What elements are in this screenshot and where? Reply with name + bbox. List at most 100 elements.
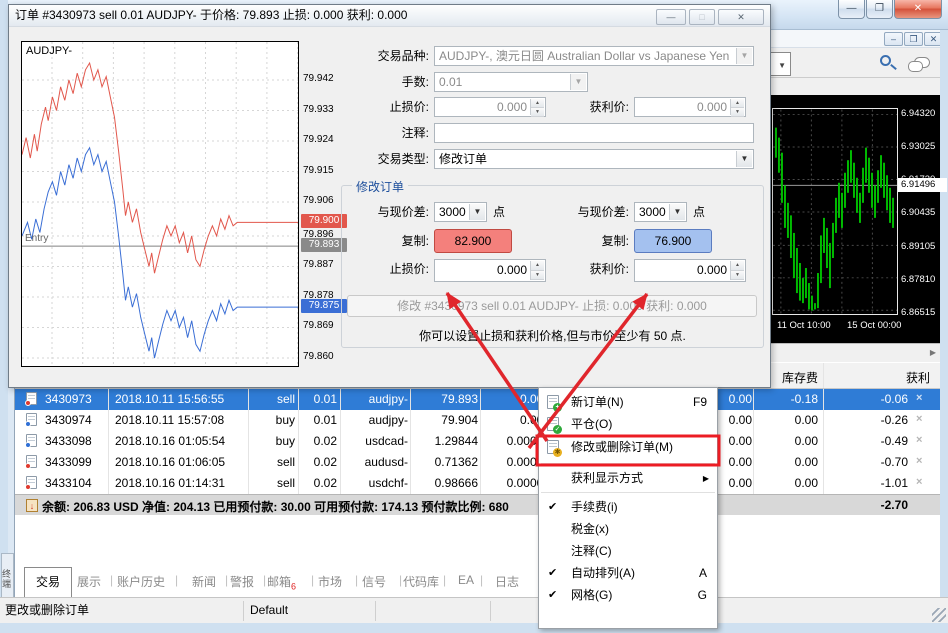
close-order-icon: ✓ — [547, 417, 559, 431]
modify-stoploss-label: 止损价: — [344, 259, 429, 279]
check-icon: ✔ — [548, 562, 557, 584]
menu-item-grid[interactable]: ✔网格(G)G — [539, 584, 717, 606]
modify-order-icon: ✱ — [547, 440, 559, 454]
order-buy-icon — [26, 434, 37, 447]
chart-minimize-button[interactable]: – — [884, 32, 903, 46]
new-order-icon: + — [547, 395, 559, 409]
menu-item-profit-display[interactable]: 获利显示方式▶ — [539, 467, 717, 489]
tab-experts[interactable]: EA — [458, 573, 474, 587]
balance-icon: ↓ — [26, 499, 38, 512]
community-chat-icon[interactable] — [914, 57, 930, 68]
main-maximize-button[interactable]: ❐ — [866, 0, 893, 19]
close-order-icon[interactable]: × — [916, 434, 922, 446]
chart-symbol-label: AUDJPY- — [26, 45, 72, 57]
symbol-select: AUDJPY-, 澳元日圆 Australian Dollar vs Japan… — [434, 46, 754, 66]
close-order-icon[interactable]: × — [916, 455, 922, 467]
submenu-arrow-icon: ▶ — [703, 468, 709, 490]
diff-select-tp[interactable]: 3000▼ — [634, 202, 687, 222]
spinner-buttons[interactable]: ▲▼ — [730, 261, 744, 280]
menu-item-taxes[interactable]: 税金(x) — [539, 518, 717, 540]
modify-takeprofit-label: 获利价: — [544, 259, 629, 279]
tab-exposure[interactable]: 展示 — [77, 573, 101, 590]
stoploss-label: 止损价: — [339, 97, 429, 117]
resize-grip[interactable] — [932, 608, 946, 622]
chart-scrollbar[interactable]: ▶ — [765, 343, 940, 361]
account-summary-row: ↓ 余额: 206.83 USD 净值: 204.13 已用预付款: 30.00… — [15, 494, 940, 515]
price-scale-label: 79.860 — [303, 351, 347, 362]
tab-account-history[interactable]: 账户历史 — [117, 573, 165, 590]
copy-buy-price-button[interactable]: 76.900 — [634, 229, 712, 253]
tab-journal[interactable]: 日志 — [495, 573, 519, 590]
tab-market[interactable]: 市场 — [318, 573, 342, 590]
dialog-minimize-button[interactable]: — — [656, 9, 686, 25]
order-row-3433104[interactable]: 34331042018.10.16 01:14:31sell0.02usdchf… — [15, 473, 940, 494]
search-icon[interactable] — [880, 55, 891, 66]
window-frame-right — [940, 30, 948, 625]
chevron-down-icon: ▼ — [669, 204, 685, 220]
order-row-3430973[interactable]: 34309732018.10.11 15:56:55sell0.01audjpy… — [15, 389, 940, 410]
check-icon: ✔ — [548, 584, 557, 606]
status-profile[interactable]: Default — [250, 598, 288, 623]
tick-chart-plot — [22, 42, 298, 366]
check-icon: ✔ — [548, 496, 557, 518]
lots-label: 手数: — [339, 72, 429, 92]
modify-stoploss-input[interactable]: 0.000▲▼ — [434, 259, 546, 282]
chevron-down-icon: ▼ — [736, 48, 752, 64]
order-row-3430974[interactable]: 34309742018.10.11 15:57:08buy0.01audjpy-… — [15, 410, 940, 431]
points-label: 点 — [493, 202, 513, 222]
current-price-tag: 6.91496 — [898, 178, 947, 192]
menu-item-close-order[interactable]: ✓平仓(O) — [539, 413, 717, 435]
menu-item-commissions[interactable]: ✔手续费(i) — [539, 496, 717, 518]
spinner-buttons: ▲▼ — [530, 99, 544, 115]
stoploss-input: 0.000▲▼ — [434, 97, 546, 117]
menu-item-auto-arrange[interactable]: ✔自动排列(A)A — [539, 562, 717, 584]
tick-chart: AUDJPY- Entry — [21, 41, 299, 367]
menu-separator — [541, 492, 715, 493]
trade-type-select[interactable]: 修改订单▼ — [434, 149, 754, 169]
trade-type-label: 交易类型: — [339, 149, 429, 169]
comment-label: 注释: — [339, 123, 429, 143]
tab-alerts[interactable]: 警报 — [230, 573, 254, 590]
order-row-3433099[interactable]: 34330992018.10.16 01:06:05sell0.02audusd… — [15, 452, 940, 473]
tab-code-base[interactable]: 代码库 — [403, 573, 439, 590]
menu-item-comments[interactable]: 注释(C) — [539, 540, 717, 562]
status-bar: 更改或删除订单 Default — [0, 597, 948, 623]
account-summary-text: 余额: 206.83 USD 净值: 204.13 已用预付款: 30.00 可… — [42, 498, 509, 515]
order-dialog: 订单 #3430973 sell 0.01 AUDJPY- 于价格: 79.89… — [8, 4, 771, 388]
dialog-close-button[interactable]: ✕ — [718, 9, 764, 25]
order-sell-icon — [26, 476, 37, 489]
close-order-icon[interactable]: × — [916, 392, 922, 404]
tab-signals[interactable]: 信号 — [362, 573, 386, 590]
x-axis-label: 15 Oct 00:00 — [847, 320, 901, 331]
status-action-text: 更改或删除订单 — [5, 598, 89, 623]
tab-trade[interactable]: 交易 — [24, 567, 72, 597]
diff-label-right: 与现价差: — [544, 202, 629, 222]
symbol-label: 交易品种: — [339, 46, 429, 66]
chevron-down-icon: ▼ — [778, 61, 786, 70]
total-profit: -2.70 — [838, 498, 908, 512]
scroll-right-icon[interactable]: ▶ — [930, 348, 936, 357]
close-order-icon[interactable]: × — [916, 413, 922, 425]
window-frame-left — [0, 0, 8, 633]
tab-news[interactable]: 新闻 — [192, 573, 216, 590]
menu-separator — [541, 463, 715, 464]
market-chart-window: 6.943206.930256.917306.904356.891056.878… — [763, 95, 948, 343]
menu-item-modify-delete-order[interactable]: ✱修改或删除订单(M) — [539, 435, 717, 460]
main-minimize-button[interactable]: — — [838, 0, 865, 19]
menu-item-new-order[interactable]: +新订单(N)F9 — [539, 391, 717, 413]
close-order-icon[interactable]: × — [916, 476, 922, 488]
group-title: 修改订单 — [352, 178, 408, 195]
order-buy-icon — [26, 413, 37, 426]
comment-input[interactable] — [434, 123, 754, 143]
stops-hint-text: 你可以设置止损和获利价格,但与市价至少有 50 点. — [341, 327, 764, 344]
chevron-down-icon: ▼ — [570, 74, 586, 90]
column-header-profit[interactable]: 获利 — [838, 369, 930, 386]
copy-sell-price-button[interactable]: 82.900 — [434, 229, 512, 253]
spinner-buttons[interactable]: ▲▼ — [530, 261, 544, 280]
modify-takeprofit-input[interactable]: 0.000▲▼ — [634, 259, 746, 282]
tab-mailbox[interactable]: 邮箱6 — [267, 573, 296, 591]
chart-restore-button[interactable]: ❐ — [904, 32, 923, 46]
main-close-button[interactable]: ✕ — [894, 0, 942, 19]
diff-select-sl[interactable]: 3000▼ — [434, 202, 487, 222]
order-row-3433098[interactable]: 34330982018.10.16 01:05:54buy0.02usdcad-… — [15, 431, 940, 452]
